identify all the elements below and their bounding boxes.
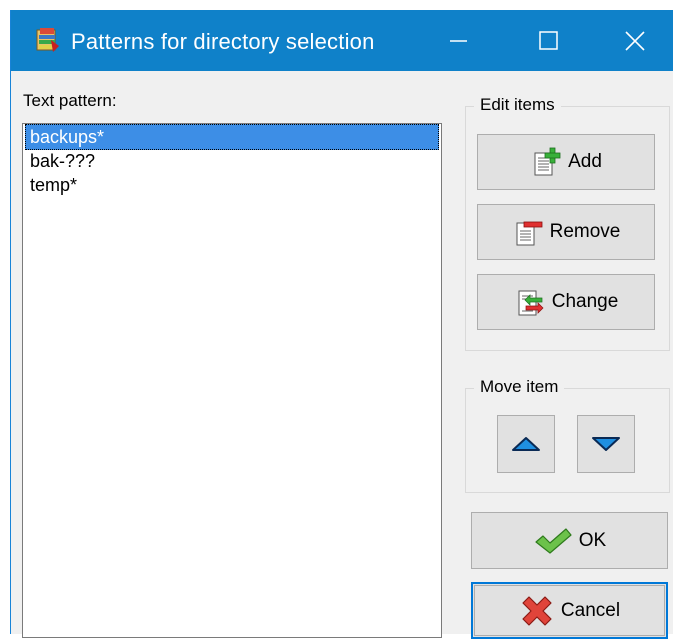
minimize-icon: [450, 40, 467, 42]
move-down-button[interactable]: [577, 415, 635, 473]
checkmark-icon: [535, 527, 572, 554]
remove-label: Remove: [549, 221, 621, 242]
remove-button[interactable]: Remove: [477, 204, 655, 260]
ok-label: OK: [578, 529, 607, 551]
list-item[interactable]: bak-???: [25, 148, 439, 174]
close-button[interactable]: [608, 10, 668, 71]
close-icon: [625, 31, 645, 51]
list-item[interactable]: temp*: [25, 172, 439, 198]
list-item[interactable]: backups*: [25, 124, 439, 150]
cancel-button[interactable]: Cancel: [471, 582, 668, 639]
move-up-button[interactable]: [497, 415, 555, 473]
add-label: Add: [568, 151, 602, 172]
text-pattern-label: Text pattern:: [23, 91, 117, 110]
cancel-label: Cancel: [560, 599, 621, 621]
pattern-list[interactable]: backups* bak-??? temp*: [22, 123, 442, 638]
dialog-window: Patterns for directory selection Text pa…: [10, 10, 673, 639]
change-item-icon: [518, 290, 544, 316]
add-item-icon: [534, 147, 561, 176]
move-item-title: Move item: [474, 377, 565, 397]
change-label: Change: [551, 291, 619, 312]
edit-items-title: Edit items: [474, 95, 561, 115]
app-icon: [35, 26, 61, 54]
cancel-x-icon: [522, 595, 552, 626]
ok-button[interactable]: OK: [471, 512, 668, 569]
change-button[interactable]: Change: [477, 274, 655, 330]
window-title: Patterns for directory selection: [71, 29, 375, 54]
arrow-up-icon: [512, 437, 540, 451]
title-bar[interactable]: Patterns for directory selection: [11, 10, 673, 71]
add-button[interactable]: Add: [477, 134, 655, 190]
move-item-group: Move item: [465, 377, 670, 493]
maximize-button[interactable]: [519, 10, 579, 71]
maximize-icon: [539, 31, 558, 50]
minimize-button[interactable]: [431, 10, 491, 71]
remove-item-icon: [516, 221, 543, 246]
arrow-down-icon: [592, 437, 620, 451]
